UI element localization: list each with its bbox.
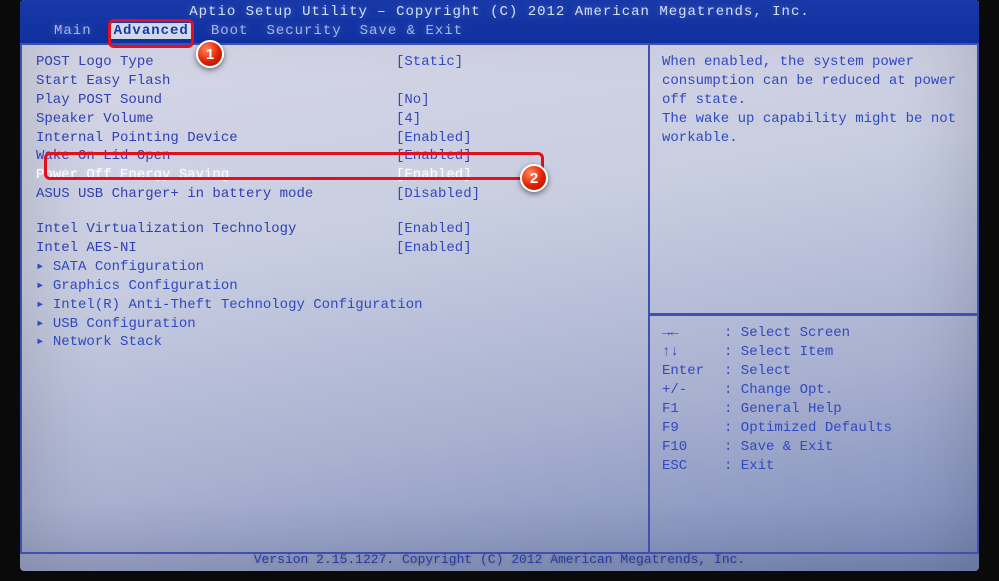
key-select-screen: →←: Select Screen (662, 324, 965, 343)
key-change-opt: +/-: Change Opt. (662, 381, 965, 400)
setting-asus-usb-charger[interactable]: ASUS USB Charger+ in battery mode [Disab… (36, 185, 634, 204)
setting-value: [Enabled] (396, 239, 472, 258)
submenu-usb-config[interactable]: ▸ USB Configuration (36, 315, 634, 334)
setting-play-post-sound[interactable]: Play POST Sound [No] (36, 91, 634, 110)
spacer (36, 204, 634, 220)
tab-main[interactable]: Main (54, 23, 92, 39)
setting-label: POST Logo Type (36, 53, 396, 72)
setting-post-logo-type[interactable]: POST Logo Type [Static] (36, 53, 634, 72)
key-legend: →←: Select Screen ↑↓: Select Item Enter:… (649, 315, 979, 554)
setting-start-easy-flash[interactable]: Start Easy Flash (36, 72, 634, 91)
setting-label: Wake On Lid Open (36, 147, 396, 166)
submenu-graphics-config[interactable]: ▸ Graphics Configuration (36, 277, 634, 296)
setting-label: Start Easy Flash (36, 72, 396, 91)
key-optimized-defaults: F9: Optimized Defaults (662, 419, 965, 438)
setting-label: Internal Pointing Device (36, 129, 396, 148)
submenu-anti-theft-config[interactable]: ▸ Intel(R) Anti-Theft Technology Configu… (36, 296, 634, 315)
setting-value: [Enabled] (396, 220, 472, 239)
header-bar: Aptio Setup Utility – Copyright (C) 2012… (20, 0, 979, 43)
submenu-label: ▸ Intel(R) Anti-Theft Technology Configu… (36, 296, 396, 315)
setting-speaker-volume[interactable]: Speaker Volume [4] (36, 110, 634, 129)
key-select-item: ↑↓: Select Item (662, 343, 965, 362)
submenu-label: ▸ Graphics Configuration (36, 277, 396, 296)
setting-value: [Enabled] (396, 166, 472, 185)
setting-value: [Disabled] (396, 185, 480, 204)
submenu-label: ▸ Network Stack (36, 333, 396, 352)
bios-screen: Aptio Setup Utility – Copyright (C) 2012… (20, 0, 979, 571)
key-exit: ESC: Exit (662, 457, 965, 476)
setting-label: Speaker Volume (36, 110, 396, 129)
setting-wake-on-lid-open[interactable]: Wake On Lid Open [Enabled] (36, 147, 634, 166)
setting-intel-vt[interactable]: Intel Virtualization Technology [Enabled… (36, 220, 634, 239)
setting-label: Play POST Sound (36, 91, 396, 110)
footer-copyright: Version 2.15.1227. Copyright (C) 2012 Am… (20, 552, 979, 567)
setting-value: [Enabled] (396, 147, 472, 166)
setting-value: [4] (396, 110, 421, 129)
setting-value: [Static] (396, 53, 463, 72)
setting-label: Intel Virtualization Technology (36, 220, 396, 239)
setting-label: Power Off Energy Saving (36, 166, 396, 185)
setting-power-off-energy-saving[interactable]: Power Off Energy Saving [Enabled] (36, 166, 634, 185)
help-text: When enabled, the system power consumpti… (662, 53, 965, 147)
submenu-label: ▸ USB Configuration (36, 315, 396, 334)
tab-boot[interactable]: Boot (211, 23, 249, 39)
key-select: Enter: Select (662, 362, 965, 381)
tab-strip: Main Advanced Boot Security Save & Exit (30, 22, 969, 41)
setting-label: Intel AES-NI (36, 239, 396, 258)
setting-label: ASUS USB Charger+ in battery mode (36, 185, 396, 204)
submenu-label: ▸ SATA Configuration (36, 258, 396, 277)
settings-pane: POST Logo Type [Static] Start Easy Flash… (20, 43, 649, 554)
setting-intel-aes-ni[interactable]: Intel AES-NI [Enabled] (36, 239, 634, 258)
key-save-exit: F10: Save & Exit (662, 438, 965, 457)
help-pane: When enabled, the system power consumpti… (649, 43, 979, 315)
setting-internal-pointing-device[interactable]: Internal Pointing Device [Enabled] (36, 129, 634, 148)
tab-advanced[interactable]: Advanced (110, 23, 193, 39)
setting-value: [No] (396, 91, 430, 110)
tab-security[interactable]: Security (266, 23, 341, 39)
submenu-network-stack[interactable]: ▸ Network Stack (36, 333, 634, 352)
tab-save-exit[interactable]: Save & Exit (360, 23, 463, 39)
key-general-help: F1: General Help (662, 400, 965, 419)
right-column: When enabled, the system power consumpti… (649, 43, 979, 554)
setting-value: [Enabled] (396, 129, 472, 148)
submenu-sata-config[interactable]: ▸ SATA Configuration (36, 258, 634, 277)
main-grid: POST Logo Type [Static] Start Easy Flash… (20, 43, 979, 554)
utility-title: Aptio Setup Utility – Copyright (C) 2012… (30, 2, 969, 22)
